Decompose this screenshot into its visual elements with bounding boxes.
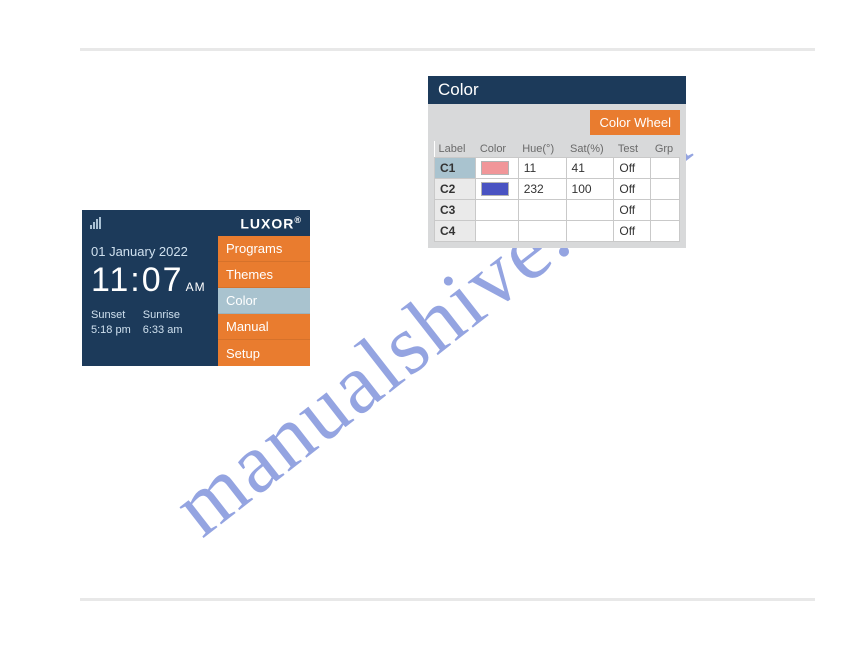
th-test: Test <box>614 141 651 158</box>
cell-sat[interactable]: 100 <box>566 179 614 200</box>
cell-sat[interactable] <box>566 200 614 221</box>
cell-hue[interactable]: 232 <box>518 179 566 200</box>
sunset-value: 5:18 pm <box>91 323 131 338</box>
sunset-label: Sunset <box>91 308 131 323</box>
cell-grp[interactable] <box>651 179 680 200</box>
brand-label: LUXOR® <box>240 215 302 232</box>
cell-label[interactable]: C3 <box>435 200 476 221</box>
th-sat: Sat(%) <box>566 141 614 158</box>
color-wheel-button[interactable]: Color Wheel <box>590 110 680 135</box>
brand-text: LUXOR <box>240 215 294 231</box>
color-title: Color <box>428 76 686 104</box>
table-row[interactable]: C3 Off <box>435 200 680 221</box>
cell-hue[interactable] <box>518 221 566 242</box>
menu-item-setup[interactable]: Setup <box>218 340 310 366</box>
menu-item-themes[interactable]: Themes <box>218 262 310 288</box>
wifi-icon <box>90 217 101 229</box>
table-row[interactable]: C4 Off <box>435 221 680 242</box>
cell-color[interactable] <box>476 200 518 221</box>
menu-item-manual[interactable]: Manual <box>218 314 310 340</box>
th-grp: Grp <box>651 141 680 158</box>
cell-color[interactable] <box>476 179 518 200</box>
date-label: 01 January 2022 <box>91 244 209 259</box>
luxor-home-widget: LUXOR® 01 January 2022 11:07AM Sunset 5:… <box>82 210 310 366</box>
cell-grp[interactable] <box>651 158 680 179</box>
luxor-menu: Programs Themes Color Manual Setup <box>218 236 310 366</box>
luxor-titlebar: LUXOR® <box>82 210 310 236</box>
sunrise-label: Sunrise <box>143 308 183 323</box>
cell-sat[interactable] <box>566 221 614 242</box>
time-value: 11:07 <box>91 261 184 299</box>
cell-label[interactable]: C4 <box>435 221 476 242</box>
sunrise-value: 6:33 am <box>143 323 183 338</box>
cell-color[interactable] <box>476 158 518 179</box>
cell-grp[interactable] <box>651 221 680 242</box>
cell-hue[interactable]: 11 <box>518 158 566 179</box>
color-table: Label Color Hue(°) Sat(%) Test Grp C1 114… <box>434 141 680 242</box>
cell-label[interactable]: C1 <box>435 158 476 179</box>
cell-sat[interactable]: 41 <box>566 158 614 179</box>
color-settings-widget: Color Color Wheel Label Color Hue(°) Sat… <box>428 76 686 248</box>
color-swatch[interactable] <box>481 161 509 175</box>
cell-grp[interactable] <box>651 200 680 221</box>
sun-times: Sunset 5:18 pm Sunrise 6:33 am <box>91 308 209 338</box>
table-row[interactable]: C1 1141Off <box>435 158 680 179</box>
time-display: 11:07AM <box>91 261 209 300</box>
page-rule-bottom <box>80 598 815 601</box>
cell-hue[interactable] <box>518 200 566 221</box>
th-color: Color <box>476 141 518 158</box>
sunset-block: Sunset 5:18 pm <box>91 308 131 338</box>
time-ampm: AM <box>186 280 206 294</box>
cell-test[interactable]: Off <box>614 179 651 200</box>
luxor-info-panel: 01 January 2022 11:07AM Sunset 5:18 pm S… <box>82 236 218 366</box>
cell-test[interactable]: Off <box>614 200 651 221</box>
th-hue: Hue(°) <box>518 141 566 158</box>
color-swatch[interactable] <box>481 182 509 196</box>
cell-test[interactable]: Off <box>614 221 651 242</box>
menu-item-programs[interactable]: Programs <box>218 236 310 262</box>
cell-label[interactable]: C2 <box>435 179 476 200</box>
cell-color[interactable] <box>476 221 518 242</box>
page-rule-top <box>80 48 815 51</box>
table-row[interactable]: C2 232100Off <box>435 179 680 200</box>
menu-item-color[interactable]: Color <box>218 288 310 314</box>
cell-test[interactable]: Off <box>614 158 651 179</box>
brand-reg: ® <box>294 215 302 225</box>
sunrise-block: Sunrise 6:33 am <box>143 308 183 338</box>
th-label: Label <box>435 141 476 158</box>
